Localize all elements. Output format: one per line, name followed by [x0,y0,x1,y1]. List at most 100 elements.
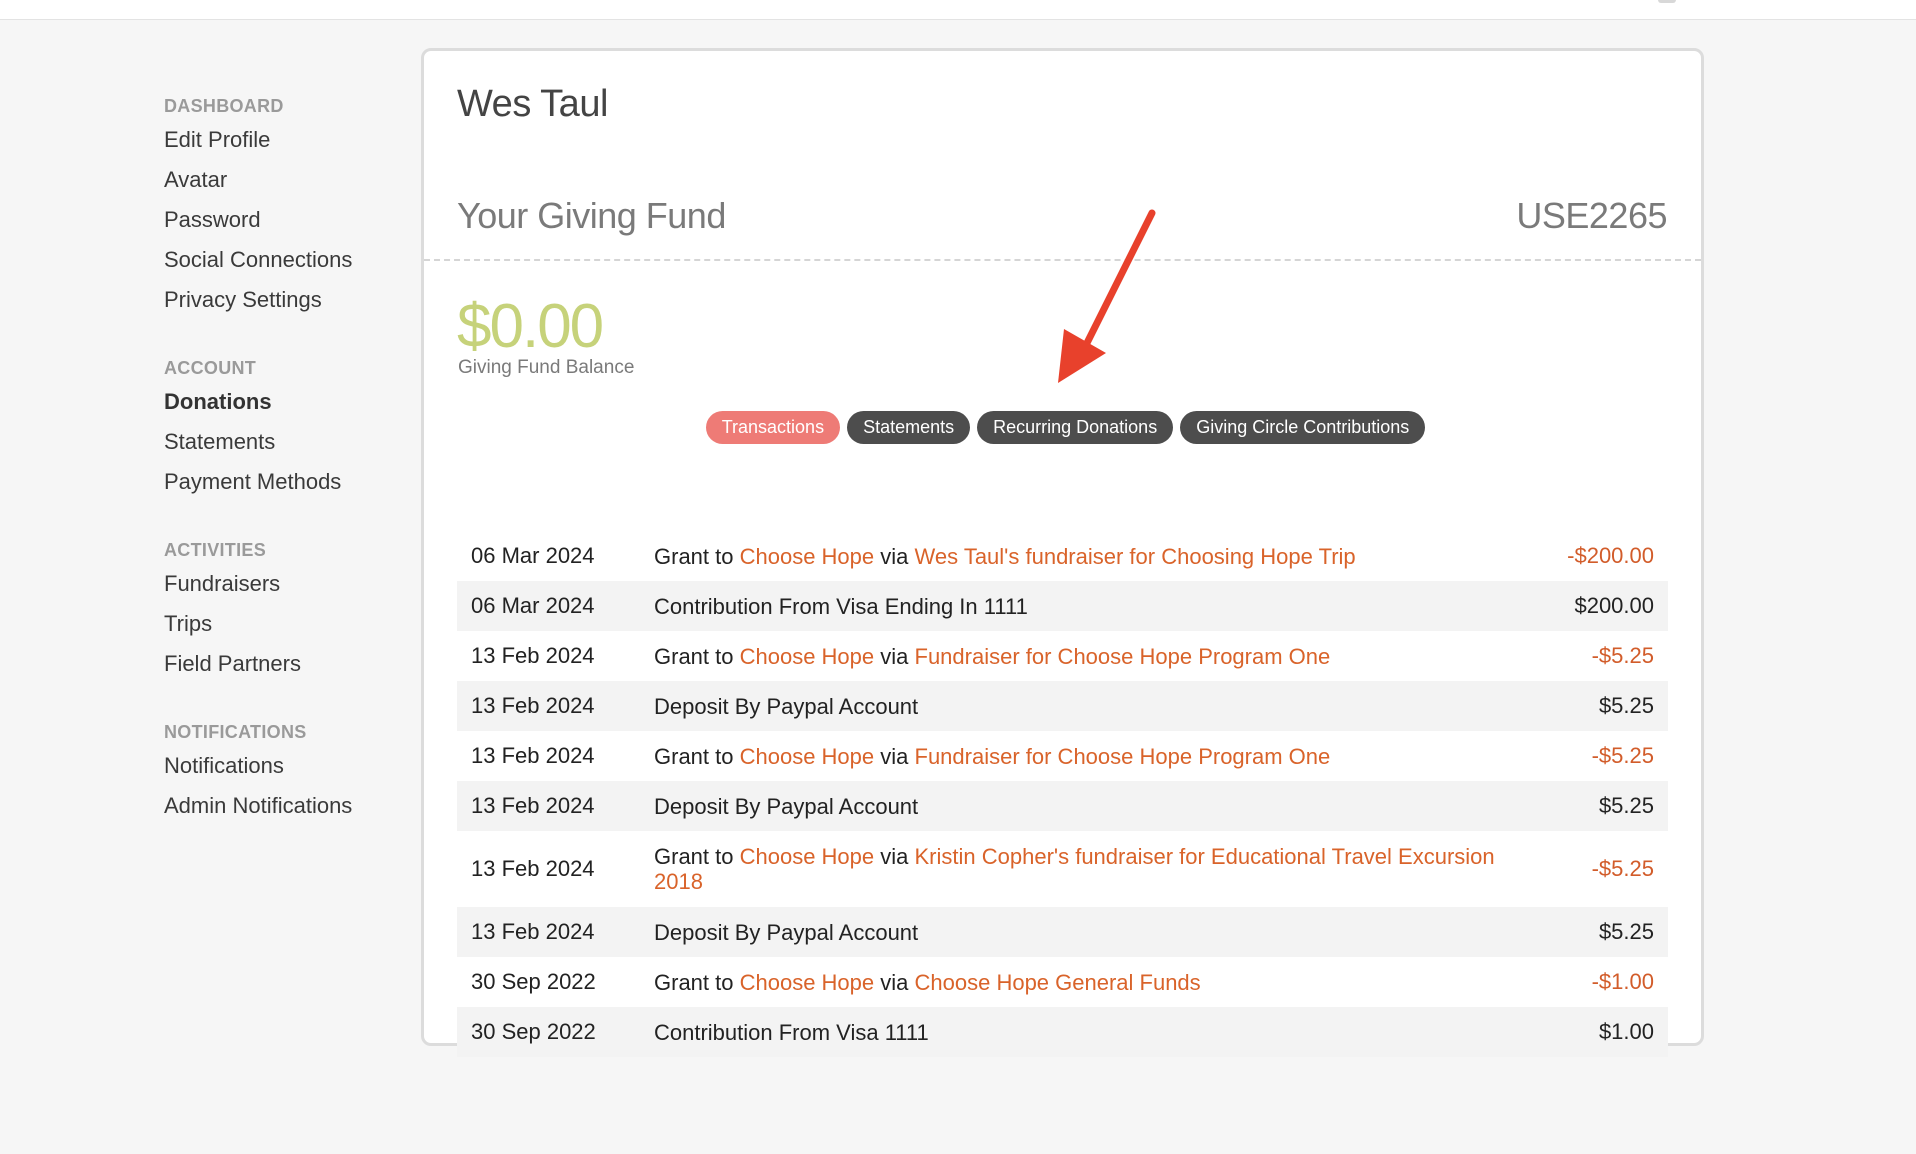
sidebar-item-donations[interactable]: Donations [164,382,404,422]
via-text: via [874,743,915,769]
transaction-date: 30 Sep 2022 [471,1019,596,1044]
sidebar-item-edit-profile[interactable]: Edit Profile [164,120,404,160]
fund-balance-amount: $0.00 [457,292,604,361]
tab-giving-circle-contributions[interactable]: Giving Circle Contributions [1180,411,1426,444]
sidebar-section-dashboard: DASHBOARD Edit Profile Avatar Password Socia… [164,92,404,320]
sidebar-item-trips[interactable]: Trips [164,604,404,644]
sidebar-heading-notifications: NOTIFICATIONS [164,722,307,742]
campaign-link[interactable]: Wes Taul's fundraiser for Choosing Hope … [915,544,1356,569]
transaction-text: Deposit By Paypal Account [654,919,919,945]
tab-recurring-donations[interactable]: Recurring Donations [977,411,1174,444]
transaction-date: 30 Sep 2022 [471,969,596,994]
via-text: via [874,543,915,569]
transaction-amount: -$5.25 [1591,643,1654,668]
sidebar-item-payment-methods[interactable]: Payment Methods [164,462,404,502]
grant-prefix: Grant to [654,643,740,669]
transaction-date: 13 Feb 2024 [471,793,595,818]
sidebar-item-fundraisers[interactable]: Fundraisers [164,564,404,604]
transaction-amount: $5.25 [1598,919,1654,944]
transaction-date: 13 Feb 2024 [471,856,595,881]
sidebar-section-activities: ACTIVITIES Fundraisers Trips Field Partners [164,536,404,684]
transaction-text: Deposit By Paypal Account [654,693,919,719]
table-row: 13 Feb 2024 Grant to Choose Hope via Kris… [457,831,1668,907]
sidebar-item-privacy-settings[interactable]: Privacy Settings [164,280,404,320]
transaction-text: Contribution From Visa Ending In 1111 [654,593,1028,619]
table-row: 30 Sep 2022 Grant to Choose Hope via Choo… [457,957,1668,1007]
recipient-link[interactable]: Choose Hope [740,744,875,769]
red-arrow-icon [1058,209,1156,383]
sidebar-item-password[interactable]: Password [164,200,404,240]
sidebar-item-avatar[interactable]: Avatar [164,160,404,200]
via-text: via [874,844,915,869]
transaction-amount: $1.00 [1598,1019,1654,1044]
transaction-description: Grant to Choose Hope via Wes Taul's fund… [654,544,1564,569]
transaction-description: Deposit By Paypal Account [654,794,1564,819]
transaction-tabs: Transactions Statements Recurring Donation… [424,411,1701,444]
grant-prefix: Grant to [654,969,740,995]
table-row: 13 Feb 2024 Grant to Choose Hope via Fund… [457,731,1668,781]
sidebar-heading-dashboard: DASHBOARD [164,96,284,116]
via-text: via [874,969,915,995]
grant-prefix: Grant to [654,743,740,769]
transaction-description: Deposit By Paypal Account [654,920,1564,945]
fund-id: USE2265 [1516,195,1667,236]
sidebar-item-statements[interactable]: Statements [164,422,404,462]
transaction-description: Deposit By Paypal Account [654,694,1564,719]
giving-fund-card: Wes Taul Your Giving Fund USE2265 $0.00 … [421,48,1704,1057]
recipient-link[interactable]: Choose Hope [740,970,875,995]
sidebar-item-social-connections[interactable]: Social Connections [164,240,404,280]
sidebar-item-notifications[interactable]: Notifications [164,746,404,786]
table-row: 13 Feb 2024 Deposit By Paypal Account $5.2… [457,907,1668,957]
tab-statements[interactable]: Statements [847,411,971,444]
sidebar-heading-activities: ACTIVITIES [164,540,267,560]
transaction-text: Contribution From Visa 1111 [654,1019,929,1045]
user-name: Wes Taul [457,83,608,125]
transaction-description: Contribution From Visa 1111 [654,1020,1564,1045]
transaction-amount: -$5.25 [1591,743,1654,768]
transaction-date: 13 Feb 2024 [471,919,595,944]
campaign-link[interactable]: Fundraiser for Choose Hope Program One [915,744,1331,769]
transaction-description: Contribution From Visa Ending In 1111 [654,594,1564,619]
transaction-description: Grant to Choose Hope via Fundraiser for … [654,744,1564,769]
grant-prefix: Grant to [654,844,740,869]
via-text: via [874,643,915,669]
transaction-date: 13 Feb 2024 [471,693,595,718]
sidebar-item-field-partners[interactable]: Field Partners [164,644,404,684]
transaction-description: Grant to Choose Hope via Kristin Copher'… [654,844,1564,894]
grant-prefix: Grant to [654,543,740,569]
transactions-table: 06 Mar 2024 Grant to Choose Hope via Wes … [457,531,1668,1057]
transaction-amount: $5.25 [1598,693,1654,718]
transaction-amount: -$200.00 [1567,543,1654,568]
table-row: 13 Feb 2024 Grant to Choose Hope via Fund… [457,631,1668,681]
table-row: 30 Sep 2022 Contribution From Visa 1111 $1… [457,1007,1668,1057]
top-bar [0,0,1916,20]
transaction-amount: $200.00 [1574,593,1654,618]
transaction-amount: -$5.25 [1591,856,1654,881]
transaction-date: 13 Feb 2024 [471,743,595,768]
top-bar-marker [1658,0,1676,3]
recipient-link[interactable]: Choose Hope [740,544,875,569]
table-row: 06 Mar 2024 Grant to Choose Hope via Wes … [457,531,1668,581]
transaction-amount: $5.25 [1598,793,1654,818]
table-row: 13 Feb 2024 Deposit By Paypal Account $5.2… [457,681,1668,731]
fund-title: Your Giving Fund [457,195,726,236]
recipient-link[interactable]: Choose Hope [740,644,875,669]
sidebar-item-admin-notifications[interactable]: Admin Notifications [164,786,404,826]
table-row: 13 Feb 2024 Deposit By Paypal Account $5.2… [457,781,1668,831]
table-row: 06 Mar 2024 Contribution From Visa Ending… [457,581,1668,631]
transaction-date: 06 Mar 2024 [471,543,595,568]
transaction-description: Grant to Choose Hope via Choose Hope Gen… [654,970,1564,995]
sidebar-section-notifications: NOTIFICATIONS Notifications Admin Notifica… [164,718,404,826]
transaction-amount: -$1.00 [1591,969,1654,994]
campaign-link[interactable]: Fundraiser for Choose Hope Program One [915,644,1331,669]
transaction-description: Grant to Choose Hope via Fundraiser for … [654,644,1564,669]
recipient-link[interactable]: Choose Hope [740,844,875,869]
fund-balance-label: Giving Fund Balance [458,357,635,378]
sidebar-section-account: ACCOUNT Donations Statements Payment Method… [164,354,404,502]
campaign-link[interactable]: Choose Hope General Funds [915,970,1201,995]
transaction-date: 13 Feb 2024 [471,643,595,668]
sidebar-nav: DASHBOARD Edit Profile Avatar Password Socia… [164,92,404,860]
tab-transactions[interactable]: Transactions [705,411,841,444]
sidebar-heading-account: ACCOUNT [164,358,257,378]
transaction-date: 06 Mar 2024 [471,593,595,618]
